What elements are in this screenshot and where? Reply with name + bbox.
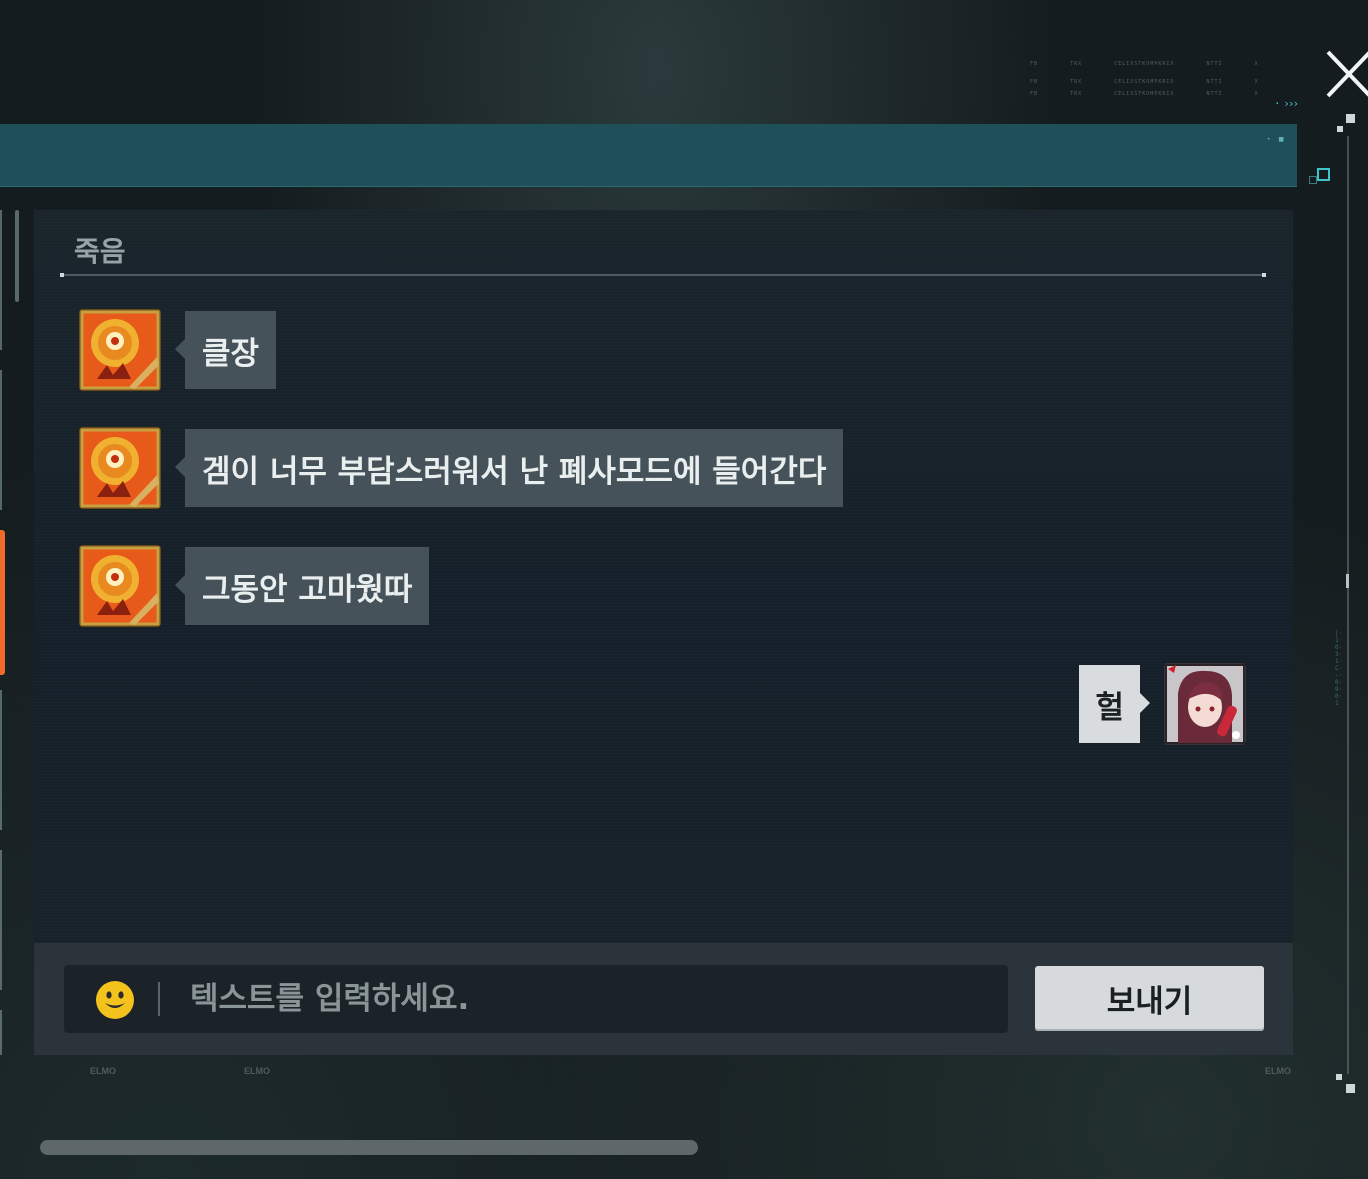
message-input-box xyxy=(64,965,1014,1033)
orange-lion-badge-avatar[interactable] xyxy=(79,545,161,627)
chevrons-right-icon: · ››› xyxy=(1274,97,1299,110)
cyan-square-small-icon xyxy=(1309,176,1317,184)
footer-label: ELMO xyxy=(90,1066,116,1076)
my-message-row: 헐 xyxy=(1079,663,1246,745)
corner-code-line-1: FB TRX CELIXSTKOMPKRIX NTTI X xyxy=(1030,61,1259,67)
red-haired-girl-avatar[interactable] xyxy=(1164,663,1246,745)
channel-tab-rail[interactable] xyxy=(0,210,5,1055)
send-button[interactable]: 보내기 xyxy=(1035,966,1264,1031)
rail-square-bottom xyxy=(1346,1084,1355,1093)
message-text-input[interactable] xyxy=(176,975,1014,1023)
input-divider xyxy=(158,982,160,1016)
chat-panel: 죽음 클장 겜이 너무 부담스러워서 난 폐사모드에 들어간다 그동안 고마웠따… xyxy=(34,210,1293,943)
rail-square-top-2 xyxy=(1337,126,1343,132)
close-x-icon xyxy=(1326,50,1368,98)
my-message-bubble[interactable]: 헐 xyxy=(1079,665,1150,743)
message-row: 클장 xyxy=(79,309,277,391)
right-rail xyxy=(1347,136,1349,1074)
smiley-emoji-icon xyxy=(96,981,134,1019)
rail-square-top xyxy=(1346,114,1355,123)
header-decoration: • ■ xyxy=(1266,136,1287,143)
message-row: 그동안 고마웠따 xyxy=(79,545,430,627)
chat-header-bar: • ■ xyxy=(0,124,1297,187)
rail-tick xyxy=(1346,574,1349,588)
message-bubble[interactable]: 클장 xyxy=(174,311,277,389)
message-row: 겜이 너무 부담스러워서 난 폐사모드에 들어간다 xyxy=(79,427,844,509)
emoji-button[interactable] xyxy=(95,980,135,1020)
chat-input-bar: 보내기 xyxy=(34,943,1293,1055)
message-bubble[interactable]: 겜이 너무 부담스러워서 난 폐사모드에 들어간다 xyxy=(174,429,844,507)
footer-label: ELMO xyxy=(1265,1066,1291,1076)
orange-lion-badge-avatar[interactable] xyxy=(79,427,161,509)
orange-lion-badge-avatar[interactable] xyxy=(79,309,161,391)
rail-square-bottom-2 xyxy=(1336,1074,1342,1080)
channel-list-scrollbar[interactable] xyxy=(15,210,19,302)
corner-code-line-2: FB TRX CELIXSTKOMPKRIX NTTI X xyxy=(1030,79,1259,85)
chat-room-title: 죽음 xyxy=(74,235,126,268)
active-channel-indicator[interactable] xyxy=(0,530,5,675)
title-divider xyxy=(60,273,1266,277)
horizontal-scrollbar[interactable] xyxy=(40,1140,698,1155)
close-button[interactable] xyxy=(1322,46,1368,102)
footer-label: ELMO xyxy=(244,1066,270,1076)
cyan-square-icon xyxy=(1317,168,1330,181)
corner-code-line-3: FB TRX CELIXSTKOMPKRIX NTTI X xyxy=(1030,91,1259,97)
vertical-code-text: |·1·0·3·1·C·-·0·9·0·1 xyxy=(1335,630,1343,707)
message-bubble[interactable]: 그동안 고마웠따 xyxy=(174,547,430,625)
